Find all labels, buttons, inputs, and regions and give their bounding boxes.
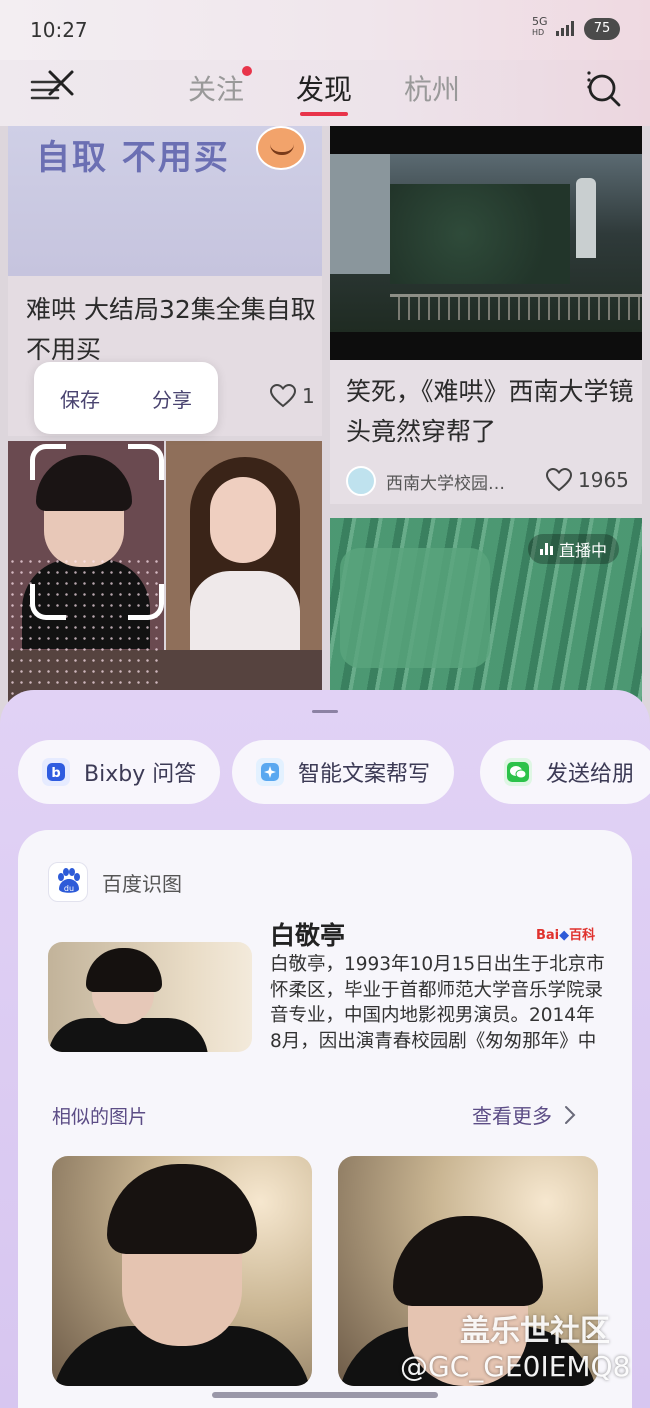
result-source: du 百度识图: [48, 862, 182, 902]
save-button[interactable]: 保存: [60, 384, 100, 413]
sticker-icon: [256, 126, 306, 170]
result-title[interactable]: 白敬亭: [270, 916, 345, 952]
signal-icon: [556, 20, 574, 36]
menu-close-icon[interactable]: [28, 68, 78, 112]
bixby-icon: b: [42, 758, 70, 786]
promo-banner-text: 自取 不用买: [36, 138, 230, 178]
crop-handle[interactable]: [128, 444, 164, 480]
gesture-bar[interactable]: [212, 1392, 438, 1398]
crop-handle[interactable]: [30, 444, 66, 480]
svg-text:b: b: [51, 766, 60, 781]
ai-writing-icon: [256, 758, 284, 786]
share-button[interactable]: 分享: [152, 384, 192, 413]
crop-selection-frame[interactable]: [30, 444, 164, 620]
avatar: [346, 466, 376, 496]
live-badge: 直播中: [528, 534, 620, 564]
like-count[interactable]: 1: [270, 384, 315, 408]
network-indicator: 5G HD: [532, 15, 548, 37]
tab-hangzhou[interactable]: 杭州: [404, 68, 460, 108]
visual-search-sheet: b Bixby 问答 智能文案帮写 发送给朋 du 百度识图 白敬亭 Bai◆百…: [0, 690, 650, 1408]
baidu-baike-logo: Bai◆百科: [536, 928, 596, 943]
tab-following[interactable]: 关注: [188, 68, 244, 108]
author-row[interactable]: 西南大学校园…: [346, 466, 505, 496]
baike-paw-icon: ◆: [559, 928, 570, 943]
top-nav: 关注 发现 杭州: [0, 60, 650, 126]
status-bar: 10:27 5G HD 75: [0, 0, 650, 60]
save-share-popup: 保存 分享: [34, 362, 218, 434]
crop-handle[interactable]: [30, 584, 66, 620]
status-time: 10:27: [30, 18, 88, 42]
similar-image[interactable]: [52, 1156, 312, 1386]
svg-text:du: du: [64, 884, 74, 893]
promo-banner: 自取 不用买: [8, 126, 322, 276]
result-thumbnail[interactable]: [48, 942, 252, 1052]
notification-dot: [242, 66, 252, 76]
tab-discover[interactable]: 发现: [296, 68, 352, 108]
video-thumbnail: [330, 126, 642, 360]
like-count[interactable]: 1965: [546, 468, 629, 492]
feed-card-right[interactable]: 笑死，《难哄》西南大学镜头竟然穿帮了 西南大学校园… 1965: [330, 126, 642, 504]
sheet-drag-handle[interactable]: [312, 710, 338, 713]
result-source-label: 百度识图: [102, 871, 182, 896]
heart-icon: [270, 384, 296, 408]
battery-indicator: 75: [584, 18, 620, 40]
view-more-link[interactable]: 查看更多: [472, 1100, 576, 1129]
feed-photo[interactable]: [166, 441, 322, 651]
similar-images-title: 相似的图片: [52, 1106, 148, 1128]
search-icon[interactable]: [584, 70, 624, 110]
author-name: 西南大学校园…: [386, 473, 505, 494]
action-chips: b Bixby 问答 智能文案帮写 发送给朋: [18, 740, 650, 806]
chevron-right-icon: [565, 1105, 576, 1124]
live-bars-icon: [540, 543, 553, 555]
watermark-user: @GC_GE0IEMQ8: [400, 1350, 631, 1383]
card-title: 笑死，《难哄》西南大学镜头竟然穿帮了: [346, 377, 634, 446]
baidu-paw-icon: du: [48, 862, 88, 902]
result-description[interactable]: 白敬亭，1993年10月15日出生于北京市怀柔区，毕业于首都师范大学音乐学院录音…: [270, 952, 606, 1054]
chip-send-to-friend[interactable]: 发送给朋: [480, 740, 650, 804]
heart-icon: [546, 468, 572, 492]
chip-ai-writing[interactable]: 智能文案帮写: [232, 740, 455, 804]
crop-handle[interactable]: [128, 584, 164, 620]
chip-bixby[interactable]: b Bixby 问答: [18, 740, 221, 804]
card-title: 难哄 大结局32集全集自取 不用买: [26, 295, 316, 364]
tab-active-indicator: [300, 112, 348, 116]
wechat-icon: [504, 758, 532, 786]
watermark: 盖乐世社区: [460, 1314, 610, 1349]
